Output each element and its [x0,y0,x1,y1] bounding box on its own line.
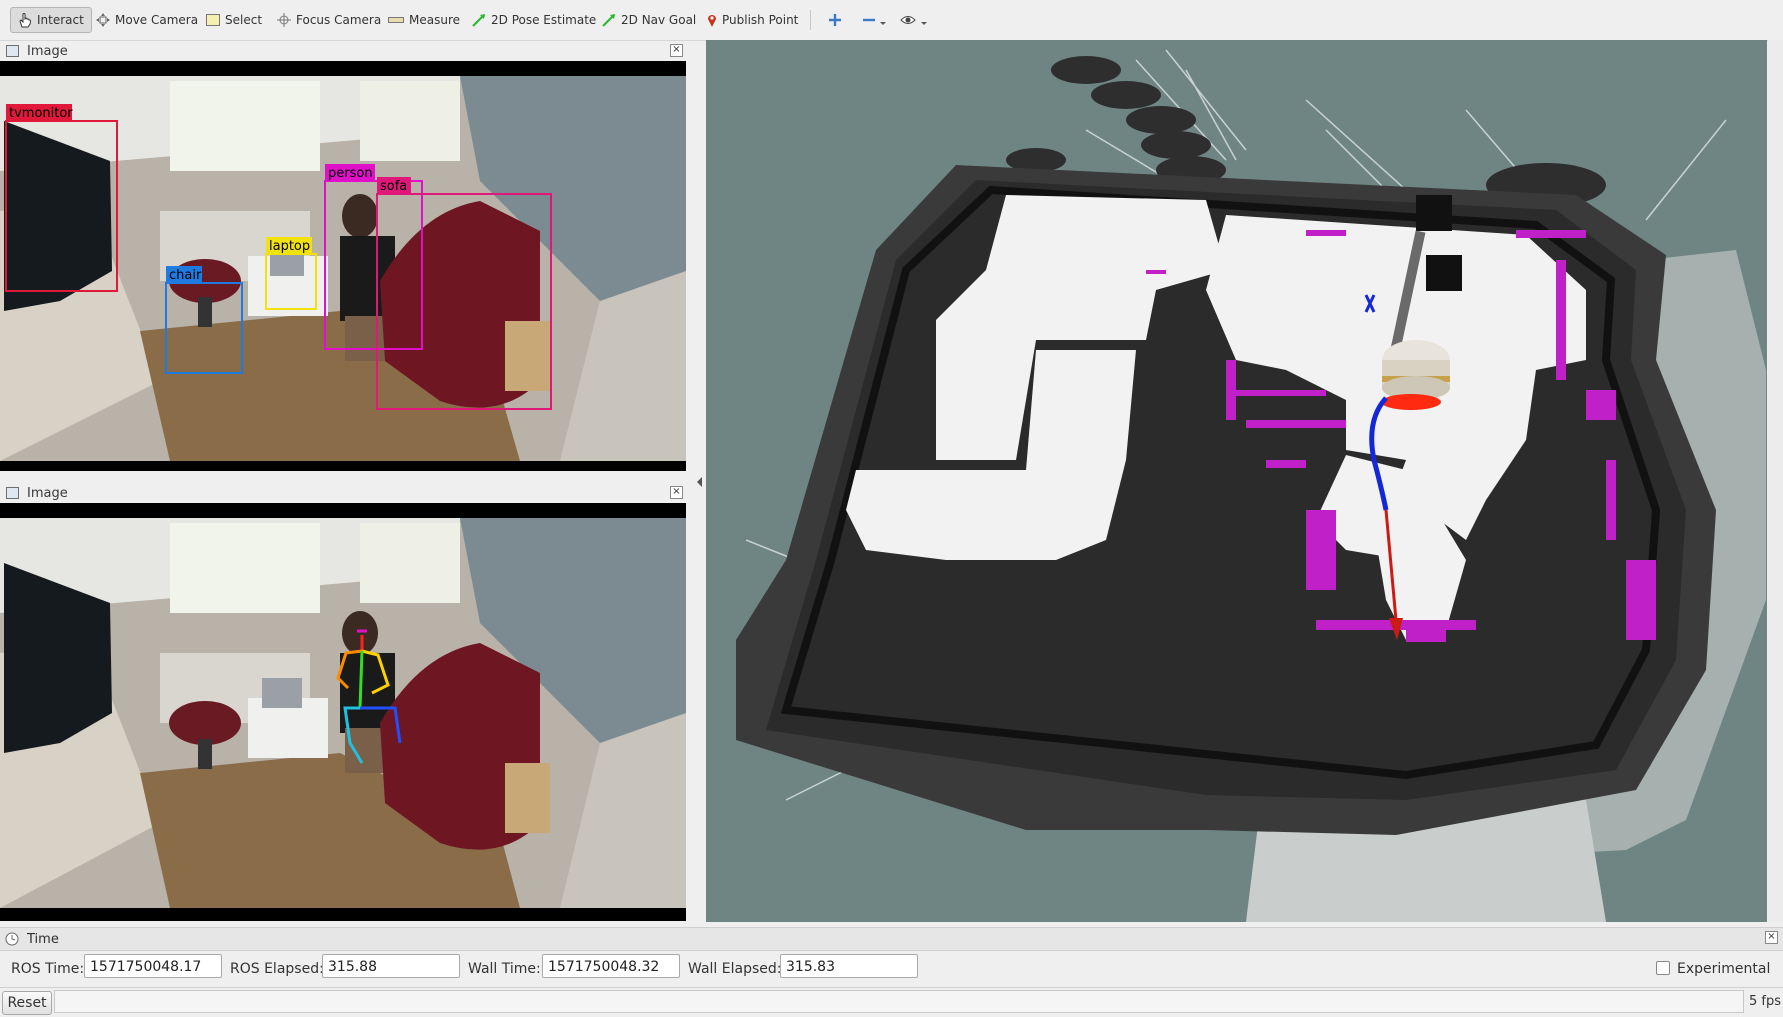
close-image-panel-2[interactable]: × [670,486,683,499]
green-arrow-icon [472,14,485,27]
rviz-3d-view[interactable] [706,40,1767,922]
view-side-bar [1768,40,1783,922]
focus-camera-label: Focus Camera [296,13,382,27]
detection-scene: tvmonitor chair laptop person sofa [0,61,686,471]
laptop-label: laptop [269,239,310,254]
image-panel-1-label: Image [27,43,68,59]
experimental-label: Experimental [1677,961,1771,977]
status-bar: Reset 5 fps [0,987,1783,1017]
interact-label: Interact [37,13,84,27]
plus-icon [829,14,841,26]
chair-label: chair [169,268,202,283]
close-time-panel[interactable]: × [1765,931,1778,944]
select-label: Select [225,13,263,27]
ros-time-field[interactable]: 1571750048.17 [84,954,222,978]
fps-readout: 5 fps [1748,994,1781,1009]
add-tool-button[interactable] [828,8,842,32]
2d-nav-goal-label: 2D Nav Goal [621,13,697,27]
measure-label: Measure [409,13,460,27]
select-tool[interactable]: Select [206,8,262,32]
experimental-checkbox[interactable] [1656,961,1670,975]
eye-dropdown-icon [900,16,927,25]
ruler-icon [388,17,404,23]
ros-elapsed-label: ROS Elapsed: [230,961,324,977]
image-panel-icon [6,45,19,57]
remove-tool-button[interactable] [862,8,886,32]
toolbar-separator [810,10,811,30]
publish-point-tool[interactable]: Publish Point [707,8,798,32]
time-panel-header: Time [0,927,1783,951]
view-options-button[interactable] [900,8,928,32]
clock-icon [5,932,19,946]
minus-dropdown-icon [863,18,886,25]
reset-button[interactable]: Reset [2,991,52,1015]
2d-nav-goal-tool[interactable]: 2D Nav Goal [602,8,696,32]
2d-pose-estimate-tool[interactable]: 2D Pose Estimate [472,8,596,32]
2d-pose-estimate-label: 2D Pose Estimate [491,13,597,27]
pose-scene [0,503,686,921]
image-panel-1-title: Image [0,41,688,61]
interact-tool[interactable]: Interact [10,7,92,33]
crosshair-icon [277,13,291,27]
publish-point-label: Publish Point [722,13,799,27]
wall-elapsed-field[interactable]: 315.83 [780,954,918,978]
left-splitter-arrow[interactable] [697,477,702,487]
measure-tool[interactable]: Measure [388,8,460,32]
move-camera-tool[interactable]: Move Camera [96,8,198,32]
ros-elapsed-field[interactable]: 315.88 [322,954,460,978]
time-panel-title: Time [27,931,59,947]
move-camera-label: Move Camera [115,13,199,27]
wall-time-field[interactable]: 1571750048.32 [542,954,680,978]
ros-time-label: ROS Time: [11,961,85,977]
image-panel-2-title: Image [0,483,688,503]
person-label: person [328,166,373,181]
map-pin-icon [708,15,716,27]
close-image-panel-1[interactable]: × [670,44,683,57]
sofa-label: sofa [380,179,407,194]
move-camera-icon [96,13,110,27]
wall-elapsed-label: Wall Elapsed: [688,961,782,977]
focus-camera-tool[interactable]: Focus Camera [277,8,381,32]
select-rect-icon [206,14,220,26]
map-render [736,49,1766,922]
wall-time-label: Wall Time: [468,961,541,977]
detection-image: tvmonitor chair laptop person sofa [0,61,686,471]
tools-toolbar: Interact Move Camera Select Focus Camera… [0,0,1783,41]
status-message-area [54,990,1744,1013]
image-panel-icon [6,487,19,499]
hand-cursor-icon [19,13,31,28]
pose-image [0,503,686,921]
image-panel-2-label: Image [27,485,68,501]
tvmonitor-label: tvmonitor [9,106,73,121]
green-arrow-icon [602,14,615,27]
